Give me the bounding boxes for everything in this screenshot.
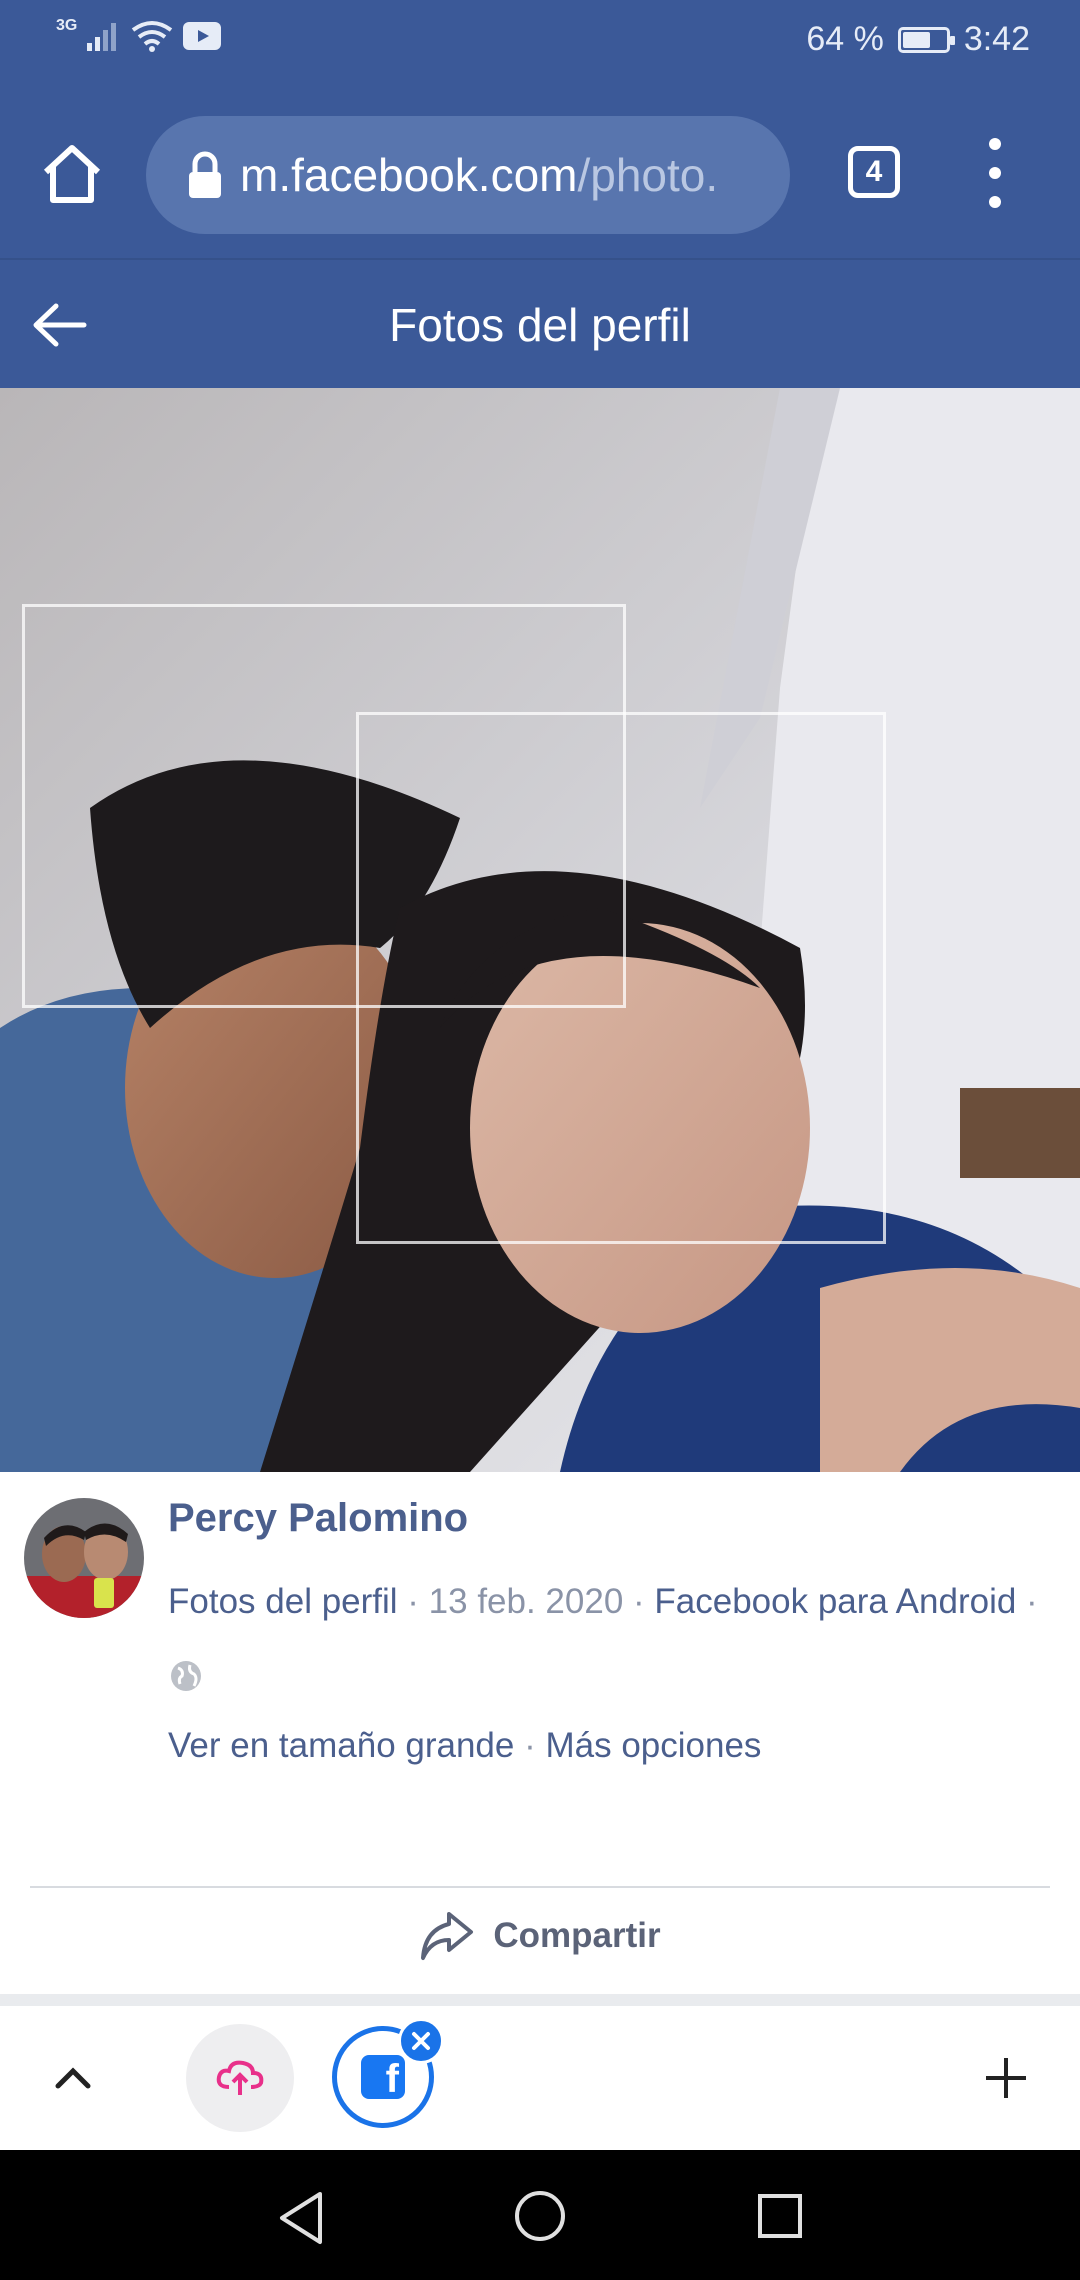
view-large-link[interactable]: Ver en tamaño grande <box>168 1726 514 1765</box>
meta-separator: · <box>623 1582 655 1621</box>
tab-switcher-button[interactable]: 4 <box>848 146 900 198</box>
nav-recent-icon[interactable] <box>756 2192 804 2240</box>
network-type: 3G <box>56 17 78 34</box>
profile-photo[interactable] <box>0 388 1080 1472</box>
source-link[interactable]: Facebook para Android <box>654 1582 1016 1621</box>
youtube-icon <box>183 22 222 50</box>
more-vert-icon[interactable] <box>980 138 1010 208</box>
battery-icon <box>897 26 955 53</box>
more-options-link[interactable]: Más opciones <box>545 1726 761 1765</box>
clock: 3:42 <box>963 20 1030 58</box>
meta-separator: · <box>1016 1582 1038 1621</box>
share-icon <box>421 1912 474 1960</box>
status-right: 64 % 3:42 <box>806 20 1030 59</box>
browser-toolbar: m.facebook.com/photo. 4 <box>0 92 1080 258</box>
browser-tab-strip: f <box>0 2006 1080 2150</box>
home-icon[interactable] <box>38 140 106 208</box>
page-title: Fotos del perfil <box>389 299 691 351</box>
status-bar: 3G 64 % 3:42 <box>0 0 1080 92</box>
meta-separator: · <box>397 1582 429 1621</box>
tab-count: 4 <box>865 155 883 188</box>
post-meta: Fotos del perfil · 13 feb. 2020 · Facebo… <box>168 1582 1038 1622</box>
lock-icon <box>189 151 221 198</box>
divider <box>30 1886 1050 1888</box>
url-host: m.facebook.com <box>240 149 578 201</box>
close-icon[interactable] <box>398 2018 444 2064</box>
system-nav-bar <box>0 2150 1080 2280</box>
cloud-tab[interactable] <box>186 2024 294 2132</box>
chevron-up-icon[interactable] <box>50 2056 96 2102</box>
address-bar[interactable]: m.facebook.com/photo. <box>146 116 790 234</box>
globe-icon <box>171 1661 201 1691</box>
cloud-icon <box>216 2060 264 2095</box>
face-tag-box[interactable] <box>356 712 886 1244</box>
nav-home-icon[interactable] <box>514 2190 566 2242</box>
status-left: 3G <box>56 17 222 52</box>
facebook-icon: f <box>361 2055 405 2099</box>
share-label: Compartir <box>493 1916 661 1955</box>
album-link[interactable]: Fotos del perfil <box>168 1582 398 1621</box>
avatar[interactable] <box>24 1498 144 1618</box>
nav-back-icon[interactable] <box>276 2190 326 2246</box>
url-path: /photo. <box>577 149 719 201</box>
actions-separator: · <box>514 1726 546 1765</box>
url-text: m.facebook.com/photo. <box>240 148 718 202</box>
avatar-image <box>24 1498 144 1618</box>
share-button[interactable]: Compartir <box>0 1910 1080 1962</box>
photo-actions: Ver en tamaño grande · Más opciones <box>168 1726 761 1766</box>
author-name[interactable]: Percy Palomino <box>168 1496 468 1541</box>
plus-icon[interactable] <box>982 2054 1030 2102</box>
battery-percent: 64 % <box>806 20 884 58</box>
page-header: Fotos del perfil <box>0 258 1080 388</box>
battery-fill <box>902 31 930 48</box>
post-date[interactable]: 13 feb. 2020 <box>429 1582 624 1621</box>
wifi-icon <box>132 21 173 52</box>
signal-icon <box>87 23 117 51</box>
